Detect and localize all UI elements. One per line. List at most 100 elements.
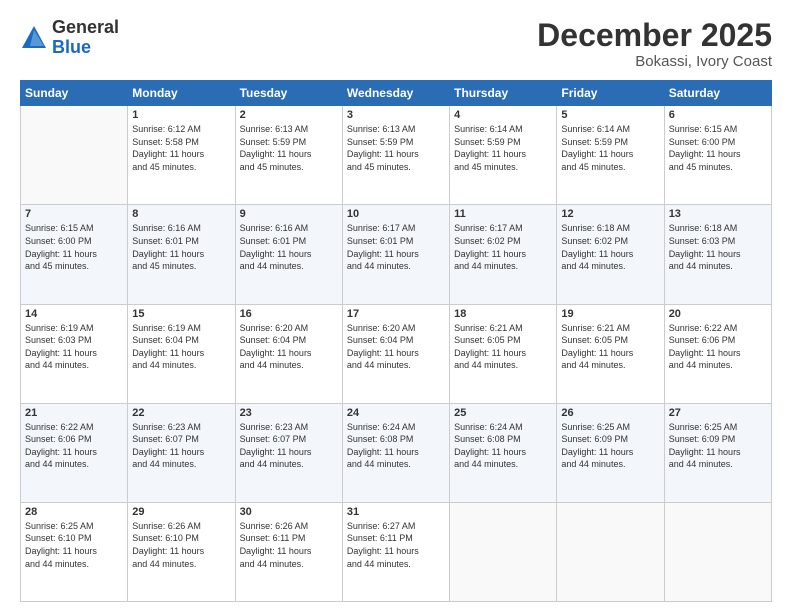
day-number: 21 <box>25 407 123 419</box>
day-info: Sunrise: 6:20 AM Sunset: 6:04 PM Dayligh… <box>240 322 338 372</box>
day-info: Sunrise: 6:26 AM Sunset: 6:11 PM Dayligh… <box>240 520 338 570</box>
calendar-day-header: Tuesday <box>235 81 342 106</box>
day-info: Sunrise: 6:16 AM Sunset: 6:01 PM Dayligh… <box>240 222 338 272</box>
day-info: Sunrise: 6:15 AM Sunset: 6:00 PM Dayligh… <box>25 222 123 272</box>
day-info: Sunrise: 6:26 AM Sunset: 6:10 PM Dayligh… <box>132 520 230 570</box>
day-number: 8 <box>132 208 230 220</box>
day-number: 19 <box>561 308 659 320</box>
day-info: Sunrise: 6:17 AM Sunset: 6:02 PM Dayligh… <box>454 222 552 272</box>
day-number: 7 <box>25 208 123 220</box>
day-number: 24 <box>347 407 445 419</box>
calendar-week-row: 28Sunrise: 6:25 AM Sunset: 6:10 PM Dayli… <box>21 502 772 601</box>
day-info: Sunrise: 6:13 AM Sunset: 5:59 PM Dayligh… <box>347 123 445 173</box>
day-info: Sunrise: 6:13 AM Sunset: 5:59 PM Dayligh… <box>240 123 338 173</box>
calendar-day-cell: 16 Sunrise: 6:20 AM Sunset: 6:04 PM Dayli… <box>235 304 342 403</box>
day-number: 17 <box>347 308 445 320</box>
day-number: 16 <box>240 308 338 320</box>
calendar-day-cell: 23 Sunrise: 6:23 AM Sunset: 6:07 PM Dayli… <box>235 403 342 502</box>
calendar-day-cell: 29 Sunrise: 6:26 AM Sunset: 6:10 PM Dayli… <box>128 502 235 601</box>
calendar-day-cell: 27Sunrise: 6:25 AM Sunset: 6:09 PM Dayli… <box>664 403 771 502</box>
calendar-day-cell: 20 Sunrise: 6:22 AM Sunset: 6:06 PM Dayli… <box>664 304 771 403</box>
day-info: Sunrise: 6:19 AM Sunset: 6:03 PM Dayligh… <box>25 322 123 372</box>
calendar-day-cell: 9 Sunrise: 6:16 AM Sunset: 6:01 PM Daylig… <box>235 205 342 304</box>
day-info: Sunrise: 6:18 AM Sunset: 6:03 PM Dayligh… <box>669 222 767 272</box>
calendar-day-cell: 2 Sunrise: 6:13 AM Sunset: 5:59 PM Daylig… <box>235 106 342 205</box>
calendar-day-cell: 6 Sunrise: 6:15 AM Sunset: 6:00 PM Daylig… <box>664 106 771 205</box>
day-number: 18 <box>454 308 552 320</box>
day-info: Sunrise: 6:23 AM Sunset: 6:07 PM Dayligh… <box>132 421 230 471</box>
calendar-day-cell: 19 Sunrise: 6:21 AM Sunset: 6:05 PM Dayli… <box>557 304 664 403</box>
calendar-day-cell: 10Sunrise: 6:17 AM Sunset: 6:01 PM Dayli… <box>342 205 449 304</box>
day-number: 23 <box>240 407 338 419</box>
calendar-week-row: 7 Sunrise: 6:15 AM Sunset: 6:00 PM Daylig… <box>21 205 772 304</box>
calendar-day-cell: 8 Sunrise: 6:16 AM Sunset: 6:01 PM Daylig… <box>128 205 235 304</box>
day-number: 1 <box>132 109 230 121</box>
calendar-day-cell: 21 Sunrise: 6:22 AM Sunset: 6:06 PM Dayli… <box>21 403 128 502</box>
calendar-day-cell: 12Sunrise: 6:18 AM Sunset: 6:02 PM Dayli… <box>557 205 664 304</box>
day-info: Sunrise: 6:18 AM Sunset: 6:02 PM Dayligh… <box>561 222 659 272</box>
title-block: December 2025 Bokassi, Ivory Coast <box>537 18 772 70</box>
calendar-day-cell: 14 Sunrise: 6:19 AM Sunset: 6:03 PM Dayli… <box>21 304 128 403</box>
day-info: Sunrise: 6:22 AM Sunset: 6:06 PM Dayligh… <box>25 421 123 471</box>
day-info: Sunrise: 6:25 AM Sunset: 6:09 PM Dayligh… <box>561 421 659 471</box>
calendar-day-cell: 1 Sunrise: 6:12 AM Sunset: 5:58 PM Daylig… <box>128 106 235 205</box>
calendar-day-cell: 30 Sunrise: 6:26 AM Sunset: 6:11 PM Dayli… <box>235 502 342 601</box>
calendar-day-cell: 25Sunrise: 6:24 AM Sunset: 6:08 PM Dayli… <box>450 403 557 502</box>
day-number: 15 <box>132 308 230 320</box>
day-info: Sunrise: 6:14 AM Sunset: 5:59 PM Dayligh… <box>454 123 552 173</box>
logo-text: General Blue <box>52 18 119 58</box>
calendar-day-header: Thursday <box>450 81 557 106</box>
logo-blue-label: Blue <box>52 38 119 58</box>
calendar-day-cell: 11 Sunrise: 6:17 AM Sunset: 6:02 PM Dayli… <box>450 205 557 304</box>
day-number: 14 <box>25 308 123 320</box>
day-info: Sunrise: 6:15 AM Sunset: 6:00 PM Dayligh… <box>669 123 767 173</box>
day-number: 9 <box>240 208 338 220</box>
day-info: Sunrise: 6:20 AM Sunset: 6:04 PM Dayligh… <box>347 322 445 372</box>
calendar-table: SundayMondayTuesdayWednesdayThursdayFrid… <box>20 80 772 602</box>
calendar-day-header: Monday <box>128 81 235 106</box>
day-number: 29 <box>132 506 230 518</box>
day-info: Sunrise: 6:24 AM Sunset: 6:08 PM Dayligh… <box>454 421 552 471</box>
day-number: 4 <box>454 109 552 121</box>
calendar-day-cell: 4 Sunrise: 6:14 AM Sunset: 5:59 PM Daylig… <box>450 106 557 205</box>
day-number: 31 <box>347 506 445 518</box>
calendar-day-cell: 7 Sunrise: 6:15 AM Sunset: 6:00 PM Daylig… <box>21 205 128 304</box>
day-number: 3 <box>347 109 445 121</box>
day-info: Sunrise: 6:12 AM Sunset: 5:58 PM Dayligh… <box>132 123 230 173</box>
day-number: 30 <box>240 506 338 518</box>
calendar-day-cell: 17 Sunrise: 6:20 AM Sunset: 6:04 PM Dayli… <box>342 304 449 403</box>
day-info: Sunrise: 6:23 AM Sunset: 6:07 PM Dayligh… <box>240 421 338 471</box>
calendar-body: 1 Sunrise: 6:12 AM Sunset: 5:58 PM Daylig… <box>21 106 772 602</box>
calendar-day-cell <box>664 502 771 601</box>
calendar-week-row: 1 Sunrise: 6:12 AM Sunset: 5:58 PM Daylig… <box>21 106 772 205</box>
day-number: 26 <box>561 407 659 419</box>
calendar-header-row: SundayMondayTuesdayWednesdayThursdayFrid… <box>21 81 772 106</box>
calendar-day-cell <box>557 502 664 601</box>
day-number: 13 <box>669 208 767 220</box>
day-info: Sunrise: 6:17 AM Sunset: 6:01 PM Dayligh… <box>347 222 445 272</box>
calendar-day-cell: 13 Sunrise: 6:18 AM Sunset: 6:03 PM Dayli… <box>664 205 771 304</box>
day-number: 5 <box>561 109 659 121</box>
calendar-day-cell: 18Sunrise: 6:21 AM Sunset: 6:05 PM Dayli… <box>450 304 557 403</box>
logo: General Blue <box>20 18 119 58</box>
location: Bokassi, Ivory Coast <box>537 53 772 70</box>
day-info: Sunrise: 6:27 AM Sunset: 6:11 PM Dayligh… <box>347 520 445 570</box>
day-info: Sunrise: 6:21 AM Sunset: 6:05 PM Dayligh… <box>561 322 659 372</box>
calendar-day-cell: 24 Sunrise: 6:24 AM Sunset: 6:08 PM Dayli… <box>342 403 449 502</box>
calendar-day-cell: 15Sunrise: 6:19 AM Sunset: 6:04 PM Dayli… <box>128 304 235 403</box>
day-number: 6 <box>669 109 767 121</box>
calendar-day-header: Wednesday <box>342 81 449 106</box>
calendar-week-row: 14 Sunrise: 6:19 AM Sunset: 6:03 PM Dayli… <box>21 304 772 403</box>
day-number: 2 <box>240 109 338 121</box>
day-number: 28 <box>25 506 123 518</box>
day-info: Sunrise: 6:24 AM Sunset: 6:08 PM Dayligh… <box>347 421 445 471</box>
header: General Blue December 2025 Bokassi, Ivor… <box>20 18 772 70</box>
calendar-day-cell: 5 Sunrise: 6:14 AM Sunset: 5:59 PM Daylig… <box>557 106 664 205</box>
day-number: 20 <box>669 308 767 320</box>
day-info: Sunrise: 6:14 AM Sunset: 5:59 PM Dayligh… <box>561 123 659 173</box>
day-number: 27 <box>669 407 767 419</box>
calendar-day-cell: 26 Sunrise: 6:25 AM Sunset: 6:09 PM Dayli… <box>557 403 664 502</box>
day-info: Sunrise: 6:22 AM Sunset: 6:06 PM Dayligh… <box>669 322 767 372</box>
day-number: 11 <box>454 208 552 220</box>
day-info: Sunrise: 6:16 AM Sunset: 6:01 PM Dayligh… <box>132 222 230 272</box>
